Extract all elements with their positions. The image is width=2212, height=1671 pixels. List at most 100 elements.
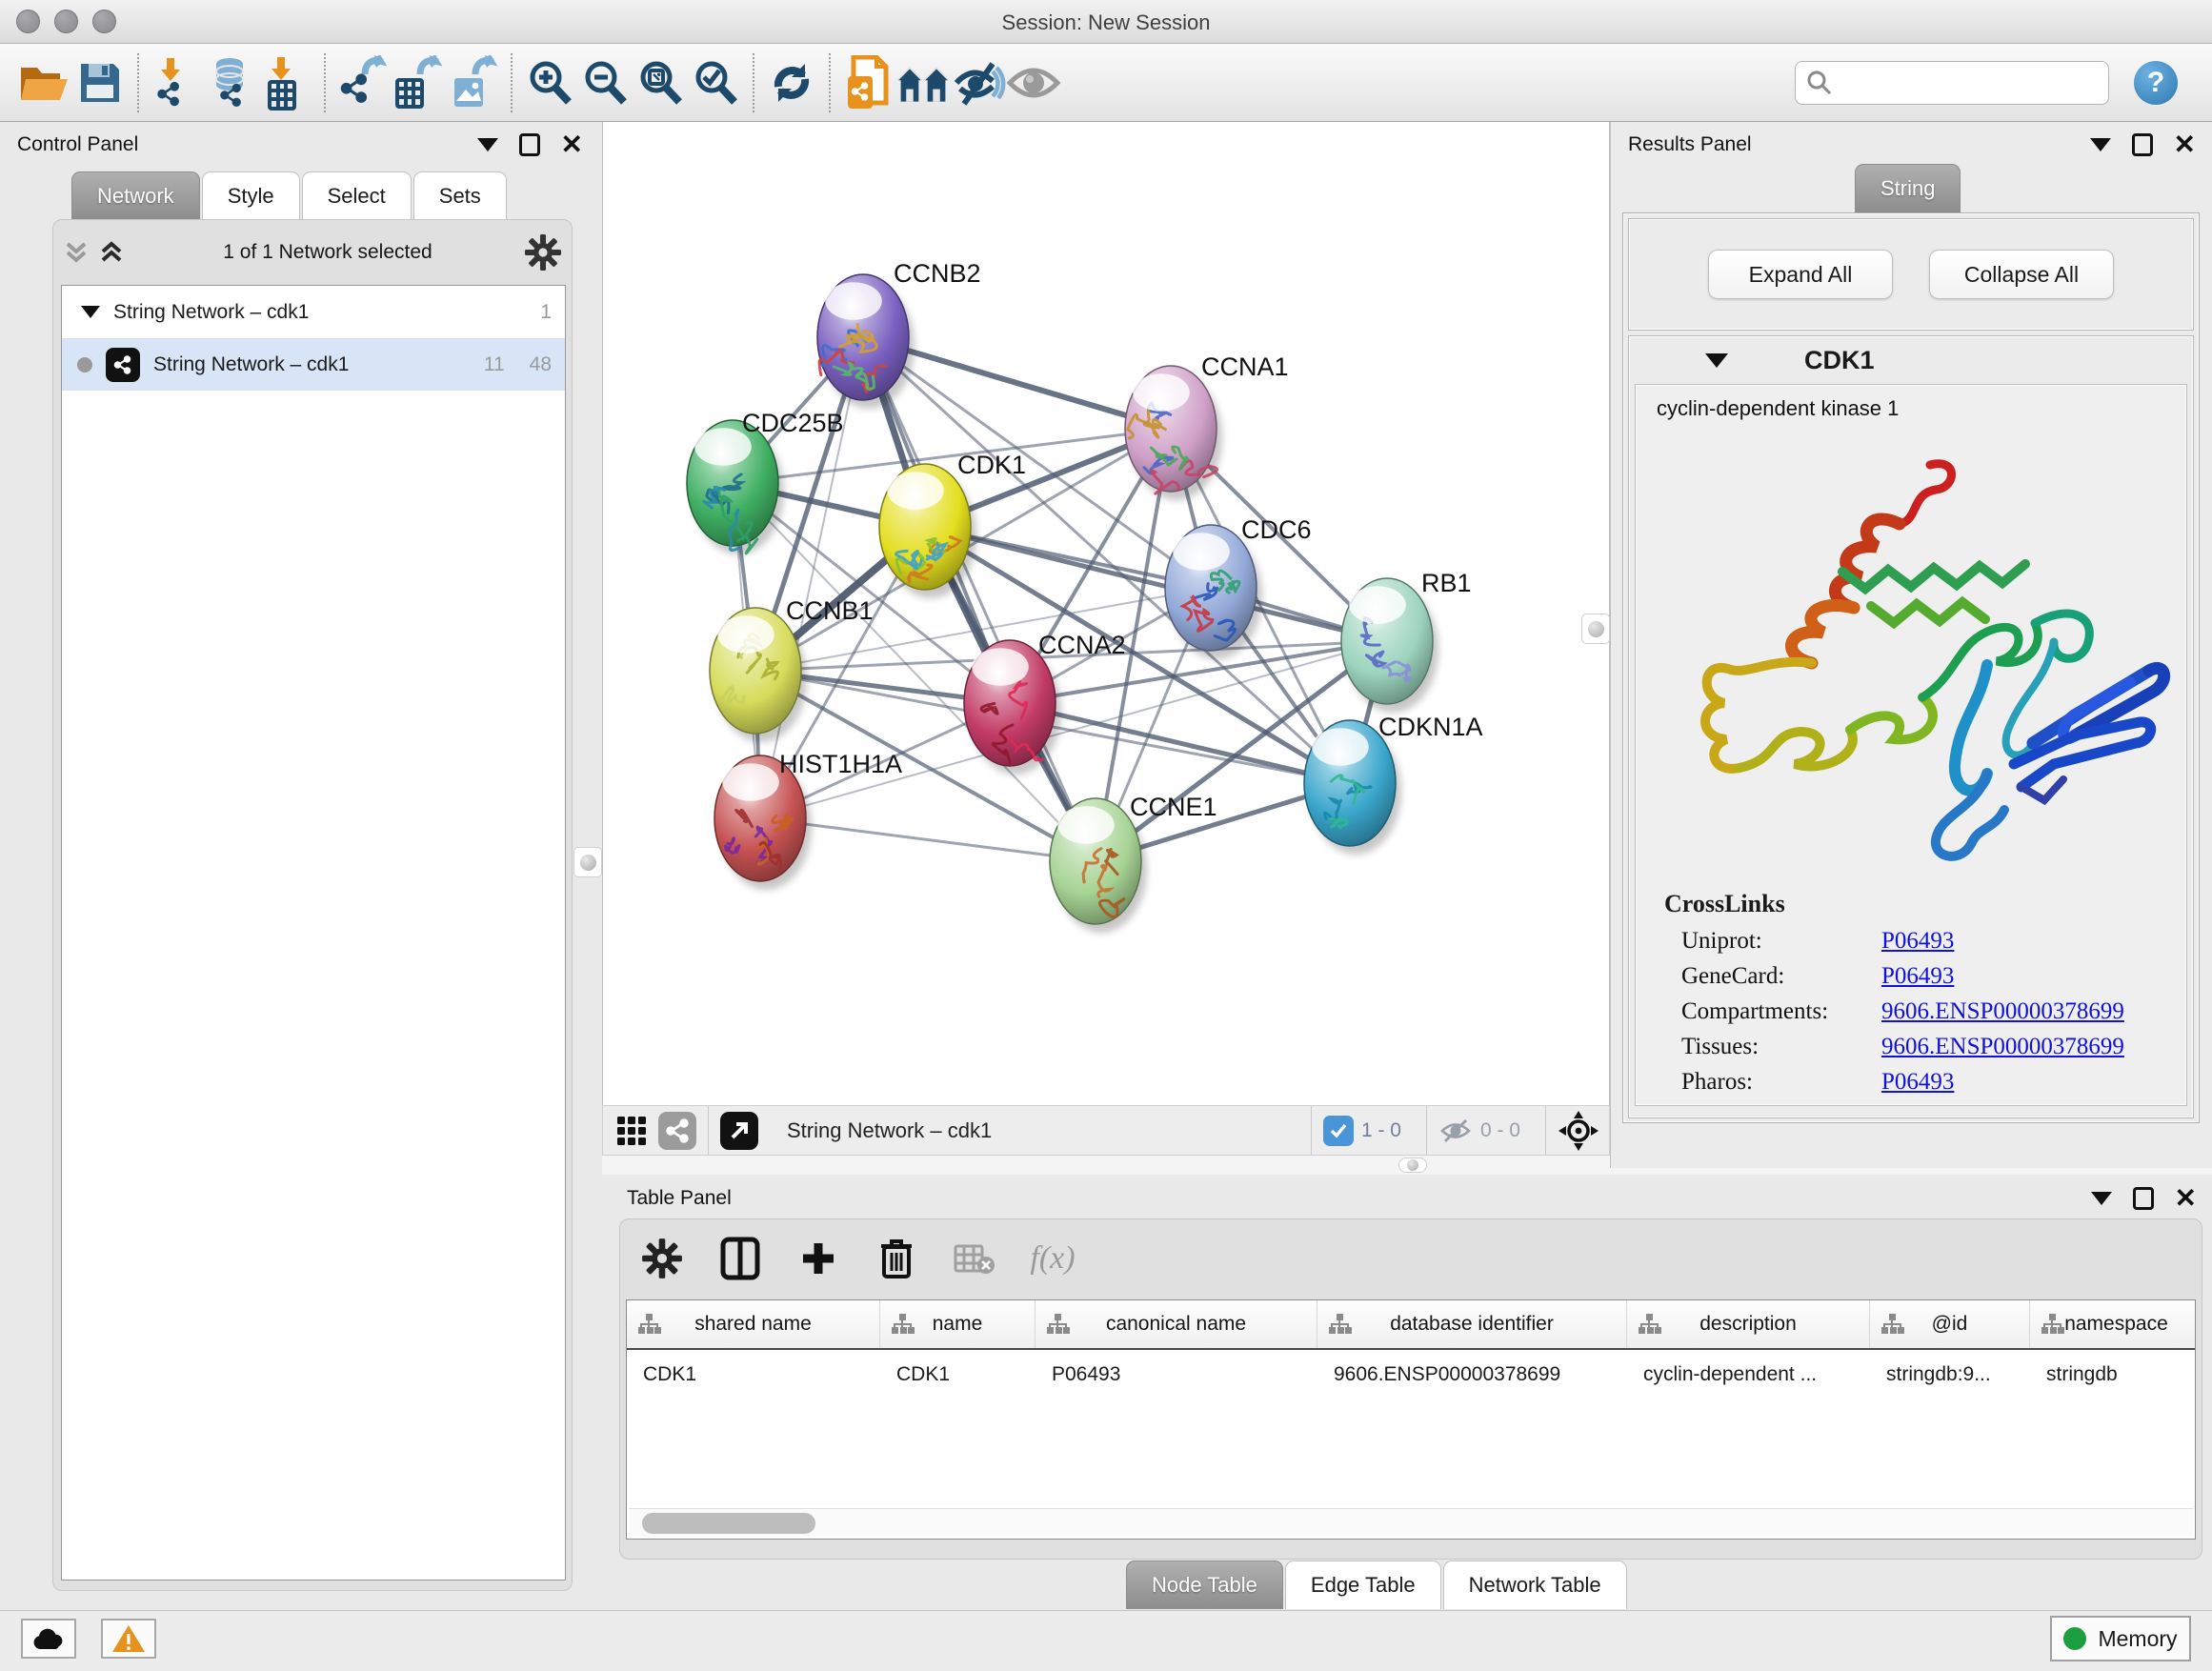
tab-style[interactable]: Style (202, 171, 300, 220)
tab-edge-table[interactable]: Edge Table (1285, 1560, 1441, 1609)
table-row[interactable]: CDK1CDK1P064939606.ENSP00000378699cyclin… (627, 1350, 2195, 1399)
tab-network-table[interactable]: Network Table (1443, 1560, 1627, 1609)
column-header-shared-name[interactable]: shared name (627, 1300, 880, 1348)
column-header-@id[interactable]: @id (1870, 1300, 2030, 1348)
help-button[interactable]: ? (2134, 61, 2178, 105)
memory-button[interactable]: Memory (2050, 1616, 2191, 1661)
birdseye-crosshair-icon[interactable] (1558, 1110, 1599, 1152)
collapse-all-button[interactable]: Collapse All (1929, 250, 2114, 299)
export-network-icon[interactable] (335, 54, 391, 111)
table-cell[interactable]: stringdb (2030, 1363, 2196, 1386)
split-view-icon[interactable] (715, 1234, 765, 1283)
crosslink-link[interactable]: P06493 (1881, 1069, 1954, 1096)
table-horizontal-scrollbar[interactable] (629, 1508, 2193, 1537)
control-panel-float-icon[interactable] (519, 133, 540, 156)
results-panel-collapse-icon[interactable] (2090, 138, 2111, 151)
network-node-CCNA1[interactable]: CCNA1 (1125, 352, 1289, 500)
string-home-icon[interactable] (895, 54, 951, 111)
column-header-name[interactable]: name (880, 1300, 1036, 1348)
cloud-button[interactable] (21, 1619, 76, 1659)
edge-CDK1-RB1[interactable] (925, 527, 1387, 641)
scrollbar-thumb[interactable] (642, 1513, 815, 1534)
zoom-out-icon[interactable] (577, 54, 633, 111)
results-panel-float-icon[interactable] (2132, 133, 2153, 156)
network-node-CCNB2[interactable]: CCNB2 (817, 259, 981, 409)
network-node-CCNA2[interactable]: CCNA2 (964, 631, 1126, 775)
collection-caret-icon[interactable] (81, 306, 100, 318)
control-panel-collapse-icon[interactable] (477, 138, 498, 151)
table-cell[interactable]: stringdb:9... (1870, 1363, 2030, 1386)
table-cell[interactable]: P06493 (1036, 1363, 1317, 1386)
table-cell[interactable]: cyclin-dependent ... (1627, 1363, 1870, 1386)
crosslink-link[interactable]: P06493 (1881, 928, 1954, 955)
right-splitter-handle[interactable] (1581, 614, 1610, 644)
tab-network[interactable]: Network (71, 171, 200, 220)
network-view-canvas[interactable]: CCNB2 CCNA1 CDC25B CDK1 CDC6 RB1 CCNB1 C… (602, 122, 1610, 1105)
table-cell[interactable]: 9606.ENSP00000378699 (1317, 1363, 1627, 1386)
zoom-in-icon[interactable] (522, 54, 577, 111)
toolbar-separator (324, 53, 326, 112)
column-header-description[interactable]: description (1627, 1300, 1870, 1348)
table-cell[interactable]: CDK1 (627, 1363, 880, 1386)
show-eye-icon[interactable] (1006, 54, 1061, 111)
share-document-icon[interactable] (840, 54, 895, 111)
search-input[interactable] (1834, 71, 2091, 93)
edge-CCNB2-CCNE1[interactable] (863, 337, 1096, 861)
network-node-HIST1H1A[interactable]: HIST1H1A (714, 750, 902, 890)
tab-node-table[interactable]: Node Table (1126, 1560, 1283, 1609)
zoom-selected-icon[interactable] (688, 54, 743, 111)
grid-view-icon[interactable] (613, 1112, 651, 1150)
zoom-fit-icon[interactable] (633, 54, 688, 111)
expand-all-button[interactable]: Expand All (1708, 250, 1893, 299)
crosslink-label: Tissues: (1681, 1034, 1881, 1060)
network-row[interactable]: String Network – cdk1 11 48 (62, 338, 565, 391)
column-header-namespace[interactable]: namespace (2030, 1300, 2196, 1348)
tab-select[interactable]: Select (302, 171, 412, 220)
import-database-icon[interactable] (204, 54, 259, 111)
table-panel-close-icon[interactable]: ✕ (2175, 1188, 2197, 1209)
results-panel-close-icon[interactable]: ✕ (2174, 134, 2196, 155)
import-table-icon[interactable] (259, 54, 314, 111)
network-node-RB1[interactable]: RB1 (1341, 569, 1472, 713)
network-node-CDC6[interactable]: CDC6 (1165, 515, 1312, 659)
search-field[interactable] (1795, 61, 2109, 105)
network-collection-row[interactable]: String Network – cdk1 1 (62, 286, 565, 338)
crosslink-link[interactable]: P06493 (1881, 963, 1954, 990)
refresh-icon[interactable] (764, 54, 819, 111)
warning-button[interactable] (101, 1619, 156, 1659)
column-header-canonical-name[interactable]: canonical name (1036, 1300, 1317, 1348)
export-table-icon[interactable] (391, 54, 446, 111)
delete-column-trash-icon[interactable] (872, 1234, 921, 1283)
expand-all-icon[interactable] (95, 238, 133, 267)
results-panel-title: Results Panel (1628, 133, 1752, 156)
network-options-gear-icon[interactable] (522, 232, 564, 273)
selected-checkbox-icon[interactable] (1323, 1116, 1354, 1146)
node-label-CDC25B: CDC25B (742, 409, 844, 437)
tab-sets[interactable]: Sets (413, 171, 507, 220)
network-share-view-icon[interactable] (658, 1112, 696, 1150)
network-node-CCNE1[interactable]: CCNE1 (1050, 793, 1217, 933)
left-splitter-handle[interactable] (573, 847, 602, 877)
table-panel-collapse-icon[interactable] (2091, 1192, 2112, 1205)
collapse-all-icon[interactable] (63, 238, 95, 267)
network-node-CCNB1[interactable]: CCNB1 (710, 596, 874, 742)
save-session-icon[interactable] (72, 54, 128, 111)
crosslink-link[interactable]: 9606.ENSP00000378699 (1881, 998, 2124, 1025)
network-view-title: String Network – cdk1 (787, 1118, 1271, 1143)
control-panel-close-icon[interactable]: ✕ (561, 134, 583, 155)
tab-string[interactable]: String (1855, 164, 1961, 212)
table-panel-float-icon[interactable] (2133, 1187, 2154, 1210)
import-network-icon[interactable] (149, 54, 204, 111)
table-gear-icon[interactable] (637, 1234, 687, 1283)
export-image-icon[interactable] (446, 54, 501, 111)
network-node-CDKN1A[interactable]: CDKN1A (1304, 713, 1483, 855)
section-collapse-caret[interactable] (1705, 353, 1728, 368)
add-column-icon[interactable] (794, 1234, 843, 1283)
network-node-CDC25B[interactable]: CDC25B (687, 409, 844, 554)
column-header-database-identifier[interactable]: database identifier (1317, 1300, 1627, 1348)
hide-eye-icon[interactable] (951, 54, 1006, 111)
open-session-icon[interactable] (17, 54, 72, 111)
table-cell[interactable]: CDK1 (880, 1363, 1036, 1386)
open-in-new-window-icon[interactable] (720, 1112, 758, 1150)
crosslink-link[interactable]: 9606.ENSP00000378699 (1881, 1034, 2124, 1060)
